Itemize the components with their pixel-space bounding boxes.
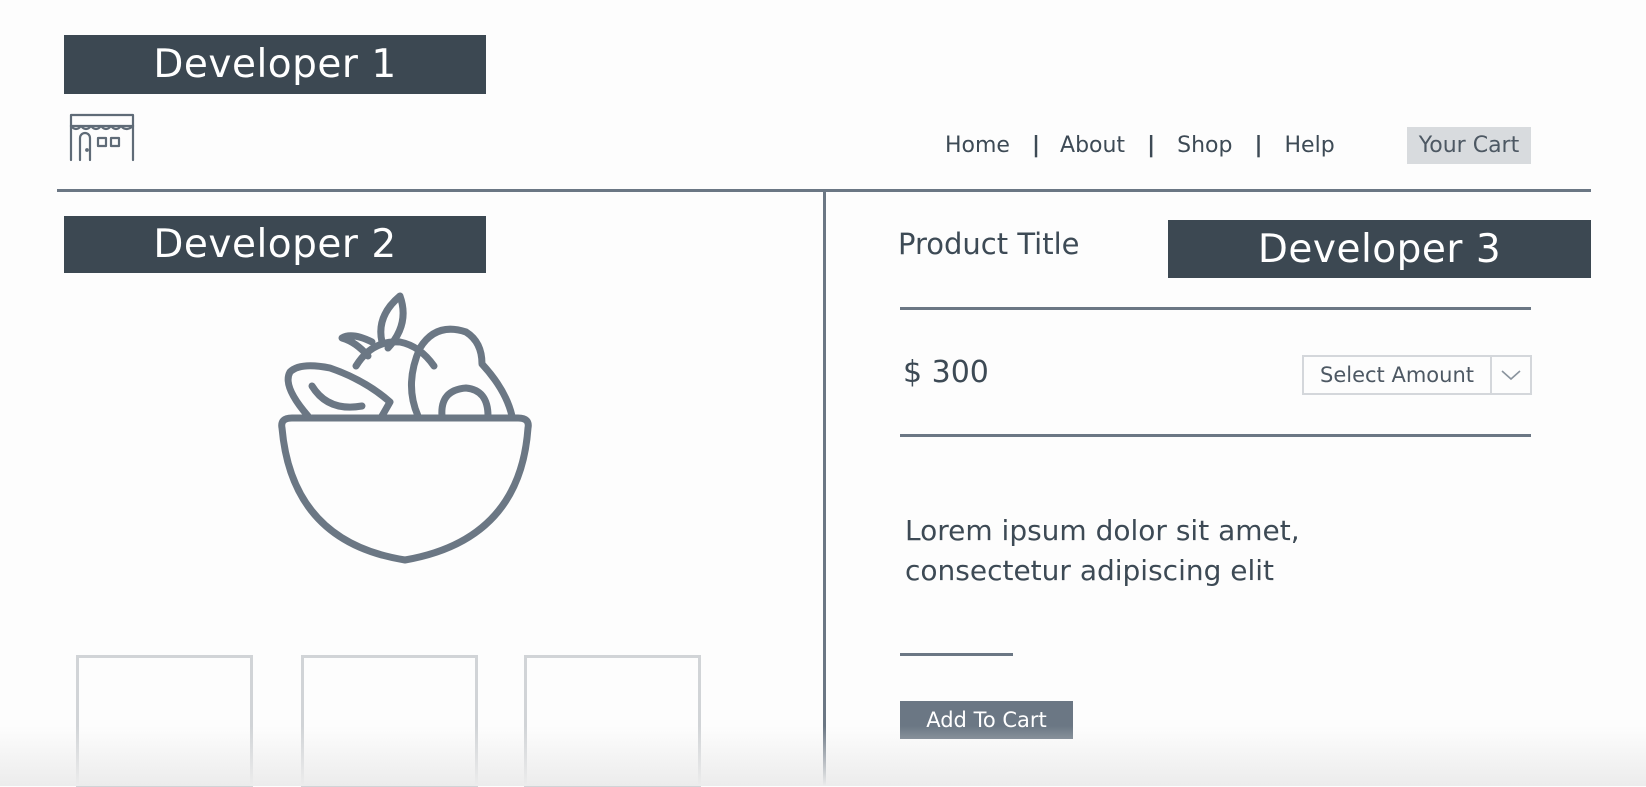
product-divider [900, 307, 1531, 310]
nav-separator: | [1254, 132, 1263, 158]
nav-shop-link[interactable]: Shop [1177, 133, 1232, 158]
nav-home-link[interactable]: Home [945, 133, 1010, 158]
description-line: Lorem ipsum dolor sit amet, [905, 514, 1300, 547]
product-thumbnail[interactable] [524, 655, 701, 787]
description-line: consectetur adipiscing elit [905, 554, 1275, 587]
developer-2-label: Developer 2 [64, 216, 486, 273]
product-thumbnail[interactable] [301, 655, 478, 787]
short-divider [900, 653, 1013, 656]
developer-1-label: Developer 1 [64, 35, 486, 94]
amount-select-value: Select Amount [1320, 363, 1474, 387]
add-to-cart-button[interactable]: Add To Cart [900, 701, 1073, 739]
amount-select[interactable]: Select Amount [1302, 355, 1532, 395]
developer-2-text: Developer 2 [153, 222, 397, 267]
nav-separator: | [1147, 132, 1156, 158]
product-title: Product Title [898, 227, 1080, 261]
product-divider [900, 434, 1531, 437]
chevron-down-icon[interactable] [1490, 357, 1530, 393]
developer-3-text: Developer 3 [1257, 226, 1502, 272]
content-divider [823, 191, 826, 786]
your-cart-button[interactable]: Your Cart [1407, 127, 1531, 164]
fruit-bowl-icon [270, 290, 550, 570]
add-to-cart-label: Add To Cart [926, 708, 1047, 732]
main-nav: Home | About | Shop | Help [945, 130, 1335, 160]
nav-separator: | [1031, 132, 1041, 158]
storefront-icon[interactable] [68, 112, 136, 162]
product-price: $ 300 [903, 355, 989, 390]
product-description: Lorem ipsum dolor sit amet, consectetur … [905, 511, 1300, 591]
developer-1-text: Developer 1 [153, 42, 397, 87]
your-cart-label: Your Cart [1418, 133, 1520, 158]
nav-help-link[interactable]: Help [1285, 133, 1335, 158]
product-thumbnail[interactable] [76, 655, 253, 787]
developer-3-label: Developer 3 [1168, 220, 1591, 278]
nav-about-link[interactable]: About [1060, 133, 1125, 158]
